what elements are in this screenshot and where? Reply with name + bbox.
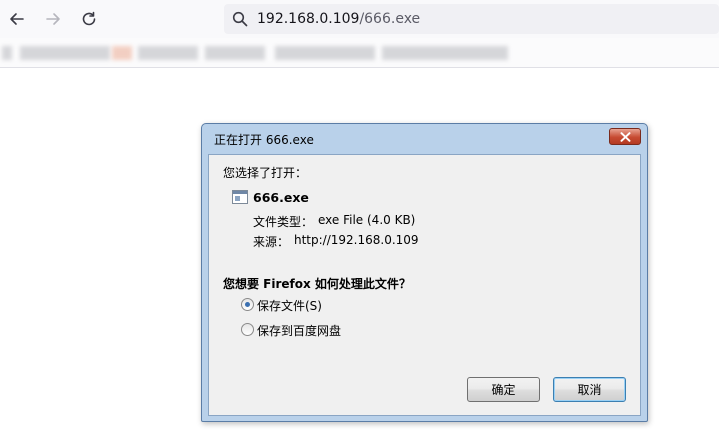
download-dialog: 正在打开 666.exe 您选择了打开： 666.exe 文件类型： exe F… — [201, 123, 648, 422]
url-path: /666.exe — [359, 11, 421, 27]
source-label: 来源： — [253, 235, 290, 249]
url-text: 192.168.0.109/666.exe — [257, 11, 420, 27]
back-button[interactable] — [5, 7, 29, 31]
dialog-title: 正在打开 666.exe — [214, 133, 314, 147]
dialog-titlebar[interactable]: 正在打开 666.exe — [208, 127, 641, 151]
reload-icon — [82, 11, 96, 26]
you-chose-label: 您选择了打开： — [223, 166, 308, 180]
close-button[interactable] — [609, 128, 641, 145]
file-type-value: exe File (4.0 KB) — [318, 213, 416, 227]
bookmark-item-blurred[interactable] — [112, 46, 132, 60]
close-icon — [620, 131, 630, 142]
bookmark-item-blurred[interactable] — [20, 46, 110, 60]
bookmark-item-blurred[interactable] — [2, 46, 12, 60]
forward-arrow-icon — [46, 13, 60, 25]
forward-button[interactable] — [41, 7, 65, 31]
source-value: http://192.168.0.109 — [294, 233, 419, 247]
bookmark-item-blurred[interactable] — [382, 46, 508, 60]
save-file-radio[interactable] — [241, 298, 254, 311]
cancel-button[interactable]: 取消 — [553, 377, 626, 402]
action-question: 您想要 Firefox 如何处理此文件？ — [223, 277, 411, 291]
search-icon — [232, 11, 248, 27]
bookmarks-toolbar — [0, 38, 719, 68]
ok-button[interactable]: 确定 — [467, 377, 540, 402]
dialog-body: 您选择了打开： 666.exe 文件类型： exe File (4.0 KB) … — [208, 154, 641, 416]
exe-file-icon — [232, 190, 248, 204]
save-to-baidu-radio[interactable] — [241, 323, 254, 336]
bookmark-item-blurred[interactable] — [275, 46, 375, 60]
browser-toolbar: 192.168.0.109/666.exe — [0, 0, 719, 38]
file-name: 666.exe — [253, 190, 309, 205]
url-bar[interactable]: 192.168.0.109/666.exe — [224, 4, 719, 34]
save-to-baidu-option-label[interactable]: 保存到百度网盘 — [257, 322, 341, 339]
save-file-option-label[interactable]: 保存文件(S) — [257, 297, 322, 314]
reload-button[interactable] — [77, 7, 101, 31]
file-type-label: 文件类型： — [253, 215, 314, 229]
bookmark-item-blurred[interactable] — [138, 46, 198, 60]
bookmark-item-blurred[interactable] — [205, 46, 265, 60]
url-host: 192.168.0.109 — [257, 11, 360, 27]
back-arrow-icon — [10, 13, 24, 25]
